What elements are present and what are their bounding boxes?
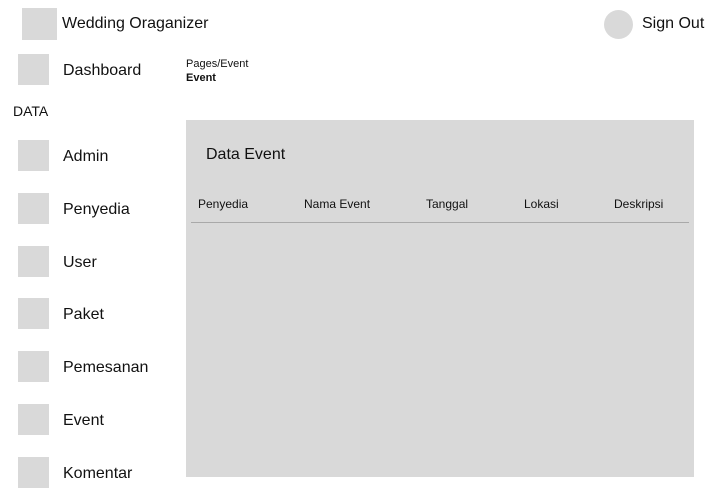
data-event-panel: Data Event Penyedia Nama Event Tanggal L… — [186, 120, 694, 477]
sidebar-item-label: User — [63, 254, 97, 271]
sidebar-section-label: DATA — [13, 103, 49, 119]
column-header-tanggal[interactable]: Tanggal — [426, 197, 468, 211]
sidebar-item-label: Penyedia — [63, 201, 130, 218]
sidebar-item-label: Dashboard — [63, 62, 142, 79]
sidebar-item-label: Admin — [63, 148, 109, 165]
breadcrumb[interactable]: Pages/Event — [186, 58, 248, 71]
sidebar-item-pemesanan[interactable]: Pemesanan — [18, 351, 168, 383]
pemesanan-icon — [18, 351, 49, 382]
avatar[interactable] — [604, 10, 633, 39]
column-header-deskripsi[interactable]: Deskripsi — [614, 197, 663, 211]
logo-placeholder-icon — [22, 8, 57, 40]
user-icon — [18, 246, 49, 277]
column-header-penyedia[interactable]: Penyedia — [198, 197, 248, 211]
event-icon — [18, 404, 49, 435]
app-title: Wedding Oraganizer — [62, 15, 209, 32]
sidebar-item-paket[interactable]: Paket — [18, 298, 168, 330]
sidebar-item-komentar[interactable]: Komentar — [18, 457, 168, 489]
dashboard-icon — [18, 54, 49, 85]
komentar-icon — [18, 457, 49, 488]
sidebar-item-dashboard[interactable]: Dashboard — [18, 54, 168, 86]
page: Wedding Oraganizer Sign Out Dashboard DA… — [0, 0, 715, 499]
panel-title: Data Event — [206, 146, 286, 163]
column-header-nama-event[interactable]: Nama Event — [304, 197, 370, 211]
sidebar-item-label: Pemesanan — [63, 359, 149, 376]
sidebar-item-admin[interactable]: Admin — [18, 140, 168, 172]
sidebar-item-label: Event — [63, 412, 104, 429]
sign-out-button[interactable]: Sign Out — [642, 14, 704, 34]
admin-icon — [18, 140, 49, 171]
sidebar-item-penyedia[interactable]: Penyedia — [18, 193, 168, 225]
sidebar-item-event[interactable]: Event — [18, 404, 168, 436]
sidebar-item-user[interactable]: User — [18, 246, 168, 278]
column-header-lokasi[interactable]: Lokasi — [524, 197, 559, 211]
page-title: Event — [186, 72, 216, 84]
paket-icon — [18, 298, 49, 329]
penyedia-icon — [18, 193, 49, 224]
sidebar-item-label: Komentar — [63, 465, 133, 482]
table-header-divider — [191, 222, 689, 223]
sidebar-item-label: Paket — [63, 306, 104, 323]
